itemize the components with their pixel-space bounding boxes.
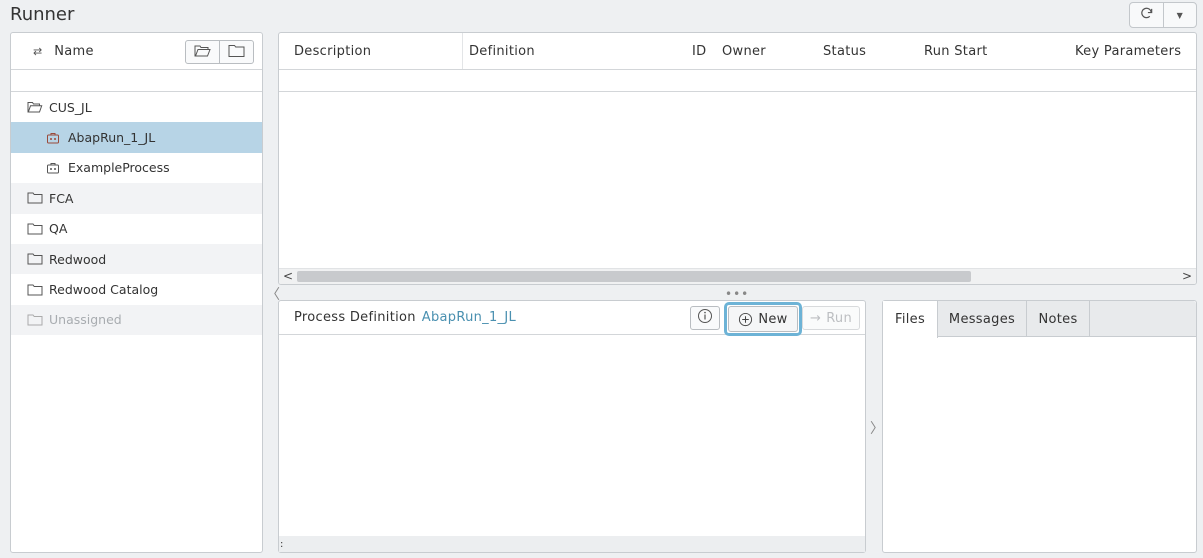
scroll-right-icon[interactable]: > xyxy=(1182,269,1192,284)
tree-item-label: FCA xyxy=(49,190,74,206)
column-owner[interactable]: Owner xyxy=(722,44,766,59)
horizontal-scrollbar[interactable]: < > xyxy=(279,268,1196,284)
definition-actions: New → Run xyxy=(690,302,860,336)
refresh-options-dropdown[interactable]: ▼ xyxy=(1162,3,1197,27)
tree-filter-row[interactable] xyxy=(11,70,262,92)
folder-icon xyxy=(27,191,43,205)
definition-header: Process Definition AbapRun_1_JL New → Ru… xyxy=(279,301,865,336)
column-run-start[interactable]: Run Start xyxy=(924,44,988,59)
grid-header: Description Definition ID Owner Status R… xyxy=(279,33,1196,70)
tree-item-label: AbapRun_1_JL xyxy=(68,130,156,146)
info-button[interactable] xyxy=(690,306,720,330)
refresh-button[interactable] xyxy=(1130,3,1163,27)
new-button-label: New xyxy=(758,311,788,327)
chevron-down-icon: ▼ xyxy=(1176,10,1183,20)
folder-icon xyxy=(27,222,43,236)
info-icon xyxy=(697,308,713,328)
plus-circle-icon xyxy=(738,312,753,327)
tab-messages[interactable]: Messages xyxy=(938,301,1027,337)
tree-item-cus-jl[interactable]: CUS_JL xyxy=(11,92,262,122)
tree-item-label: Redwood xyxy=(49,251,107,267)
folder-icon xyxy=(228,44,245,60)
tree-item-abaprun-1-jl[interactable]: AbapRun_1_JL xyxy=(11,122,262,153)
arrow-right-icon: → xyxy=(809,310,822,326)
refresh-button-group: ▼ xyxy=(1129,2,1197,28)
tree-item-redwood-catalog[interactable]: Redwood Catalog xyxy=(11,274,262,304)
tab-bar: Files Messages Notes xyxy=(883,301,1196,338)
column-description[interactable]: Description xyxy=(294,44,371,59)
splitter-handle[interactable]: ••• xyxy=(725,287,749,301)
column-status[interactable]: Status xyxy=(823,44,866,59)
refresh-icon xyxy=(1139,6,1154,25)
process-icon xyxy=(46,131,62,145)
folder-icon xyxy=(27,252,43,266)
open-folder-button[interactable] xyxy=(186,41,219,63)
column-definition[interactable]: Definition xyxy=(469,44,535,59)
process-icon xyxy=(46,161,62,175)
details-tabs-panel: Files Messages Notes xyxy=(882,300,1197,553)
new-button[interactable]: New xyxy=(728,306,798,332)
definition-footer: : xyxy=(279,536,865,552)
folder-icon xyxy=(27,313,43,327)
new-folder-button[interactable] xyxy=(219,41,253,63)
folder-open-icon xyxy=(194,44,211,60)
tree-column-name[interactable]: Name xyxy=(54,44,94,59)
page-title: Runner xyxy=(10,4,75,25)
tree-item-label: CUS_JL xyxy=(49,99,92,115)
resize-grip[interactable]: : xyxy=(280,539,283,550)
tree-item-label: ExampleProcess xyxy=(68,160,170,176)
grid-filter-row[interactable] xyxy=(279,70,1196,92)
run-button[interactable]: → Run xyxy=(802,306,860,330)
scroll-left-icon[interactable]: < xyxy=(283,269,293,284)
tree-item-redwood[interactable]: Redwood xyxy=(11,243,262,275)
folder-tree-panel: ⇄ Name CUS_JL AbapRun_1_JL ExampleProces… xyxy=(10,32,263,553)
tree-item-label: Unassigned xyxy=(49,312,122,328)
tree-item-unassigned[interactable]: Unassigned xyxy=(11,304,262,336)
tree-list: CUS_JL AbapRun_1_JL ExampleProcess FCA Q… xyxy=(11,92,262,336)
column-divider[interactable] xyxy=(462,33,463,69)
definition-label: Process Definition xyxy=(294,310,416,325)
column-id[interactable]: ID xyxy=(692,44,706,59)
scrollbar-thumb[interactable] xyxy=(297,271,971,282)
tree-item-label: QA xyxy=(49,221,68,237)
tree-header: ⇄ Name xyxy=(11,33,262,70)
folder-open-icon xyxy=(27,100,43,114)
sort-icon[interactable]: ⇄ xyxy=(33,45,42,58)
definition-name[interactable]: AbapRun_1_JL xyxy=(422,310,516,325)
tab-notes[interactable]: Notes xyxy=(1027,301,1090,337)
new-button-highlight: New xyxy=(724,302,802,336)
tree-item-fca[interactable]: FCA xyxy=(11,183,262,214)
tab-files[interactable]: Files xyxy=(883,301,938,338)
folder-icon xyxy=(27,283,43,297)
tree-item-label: Redwood Catalog xyxy=(49,282,159,298)
tree-item-qa[interactable]: QA xyxy=(11,214,262,244)
folder-button-group xyxy=(185,40,254,64)
tree-item-exampleprocess[interactable]: ExampleProcess xyxy=(11,153,262,183)
process-grid-panel: Description Definition ID Owner Status R… xyxy=(278,32,1197,285)
run-button-label: Run xyxy=(826,310,853,326)
column-key-parameters[interactable]: Key Parameters xyxy=(1075,44,1181,59)
process-definition-panel: Process Definition AbapRun_1_JL New → Ru… xyxy=(278,300,866,553)
